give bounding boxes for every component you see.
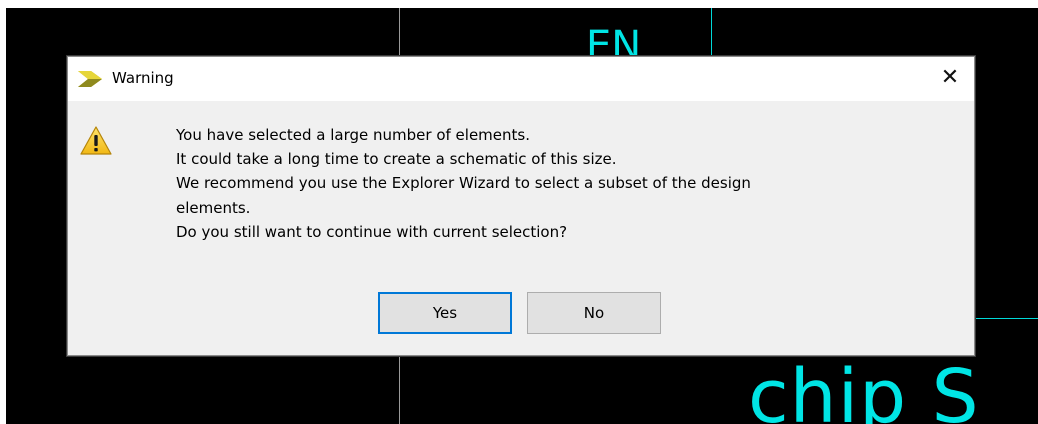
message-line: You have selected a large number of elem… <box>176 126 530 144</box>
close-button[interactable]: ✕ <box>928 57 972 97</box>
dialog-message: You have selected a large number of elem… <box>176 123 956 244</box>
dialog-titlebar[interactable]: Warning ✕ <box>68 57 974 101</box>
dialog-title: Warning <box>112 69 174 87</box>
close-icon: ✕ <box>940 64 960 90</box>
message-line: It could take a long time to create a sc… <box>176 150 617 169</box>
message-line: elements. <box>176 198 251 217</box>
warning-dialog: Warning ✕ You have selected a large numb… <box>67 56 975 356</box>
warning-icon <box>80 125 112 157</box>
schematic-label-chip: chip S <box>748 354 980 424</box>
message-line: Do you still want to continue with curre… <box>176 222 568 241</box>
yes-button[interactable]: Yes <box>378 292 512 334</box>
schematic-wire <box>711 8 712 56</box>
no-button[interactable]: No <box>527 292 661 334</box>
schematic-wire <box>974 318 1038 319</box>
vivado-chevron-icon <box>76 70 104 88</box>
message-line: We recommend you use the Explorer Wizard… <box>176 174 751 193</box>
